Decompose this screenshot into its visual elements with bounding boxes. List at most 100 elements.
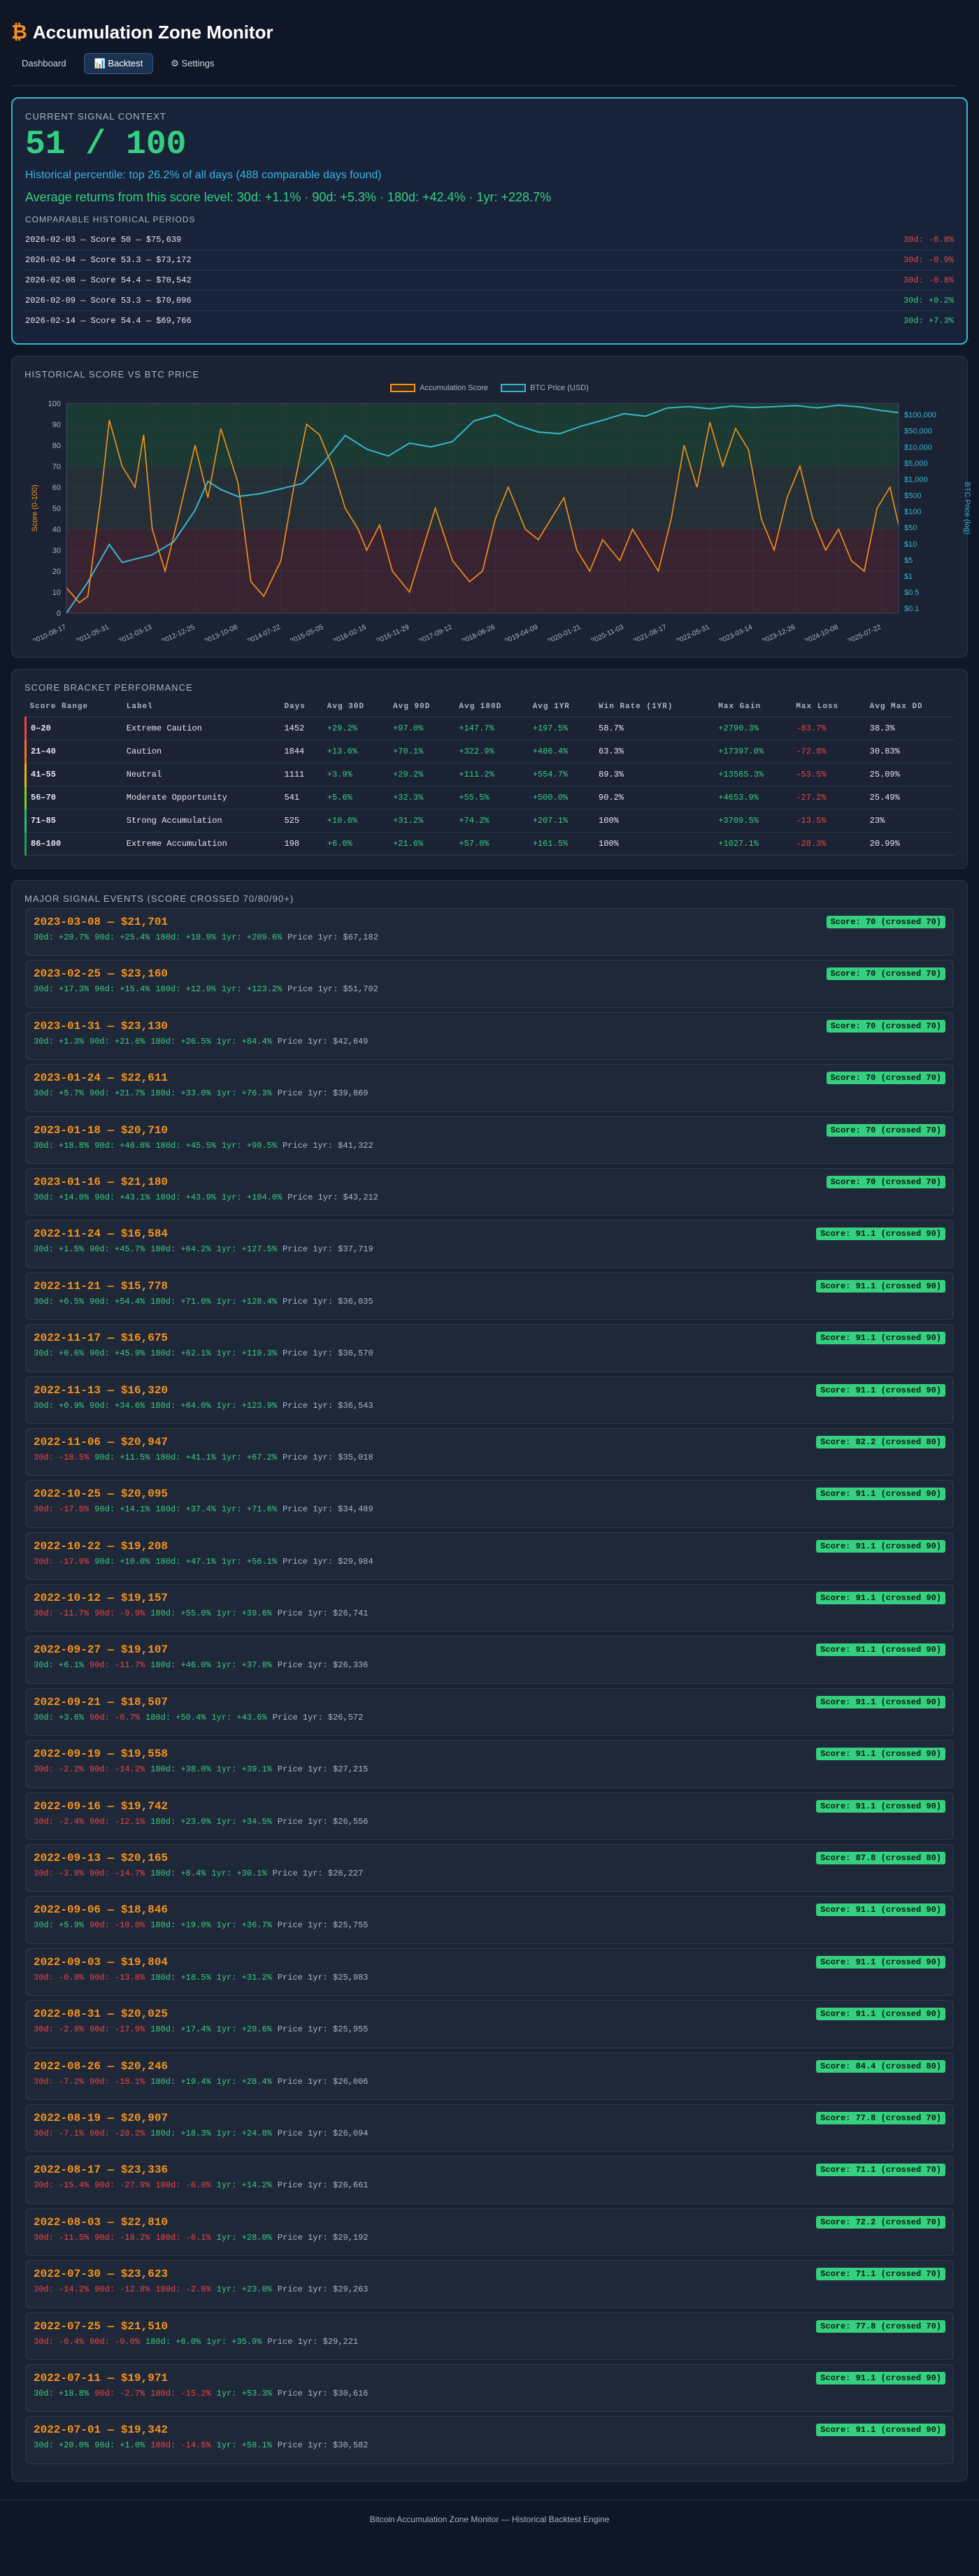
signal-event[interactable]: 2022-09-19 — $19,558 Score: 91.1 (crossed… (26, 1740, 953, 1788)
event-price-1yr: Price 1yr: $30,582 (277, 2440, 369, 2451)
event-score-badge: Score: 71.1 (crossed 70) (816, 2164, 945, 2177)
bracket-cell-a180: +111.2% (455, 763, 529, 786)
event-return: 180d: +45.5% (155, 1140, 216, 1151)
tab-backtest[interactable]: 📊 Backtest (83, 53, 154, 74)
signal-event[interactable]: 2022-08-31 — $20,025 Score: 91.1 (crossed… (26, 2000, 953, 2048)
bracket-cell-a1y: +554.7% (528, 763, 594, 786)
bracket-row: 86–100 Extreme Accumulation 198 +6.0% +21.6%… (25, 832, 955, 856)
signal-event[interactable]: 2022-10-12 — $19,157 Score: 91.1 (crossed… (26, 1584, 953, 1632)
bracket-cell-gain: +3709.5% (714, 809, 792, 833)
event-price-1yr: Price 1yr: $35,018 (283, 1452, 373, 1462)
bracket-cell-a1y: +486.4% (528, 740, 594, 763)
event-return: 180d: +37.4% (155, 1504, 216, 1515)
event-returns: 30d: +0.6% 90d: +45.9% 180d: +62.1% 1yr: +1… (34, 1348, 945, 1358)
event-score-badge: Score: 70 (crossed 70) (826, 967, 945, 981)
bracket-header-cell: Avg 180D (455, 697, 529, 717)
bracket-row: 56–70 Moderate Opportunity 541 +5.6% +32.3% +… (25, 786, 955, 810)
bracket-cell-a180: +147.7% (455, 717, 529, 740)
signal-event[interactable]: 2022-08-19 — $20,907 Score: 77.8 (crossed… (26, 2103, 953, 2152)
signal-event[interactable]: 2023-01-18 — $20,710 Score: 70 (crossed 7… (26, 1116, 953, 1164)
event-score-badge: Score: 91.1 (crossed 90) (816, 1643, 945, 1657)
bracket-cell-range: 0–20 (25, 717, 122, 740)
signal-event[interactable]: 2022-09-06 — $18,846 Score: 91.1 (crossed… (26, 1896, 953, 1944)
event-date-price: 2022-07-25 — $21,510 (34, 2319, 169, 2333)
x-tick-label: 2015-05-05 (289, 624, 324, 641)
bracket-cell-dd: 38.3% (865, 717, 955, 740)
signal-event[interactable]: 2023-01-31 — $23,130 Score: 70 (crossed 7… (26, 1012, 953, 1060)
event-price-1yr: Price 1yr: $26,556 (277, 1816, 369, 1827)
signal-event[interactable]: 2022-09-03 — $19,804 Score: 91.1 (crossed… (26, 1948, 953, 1996)
legend-price[interactable]: BTC Price (USD) (501, 384, 589, 392)
y-tick-label: 10 (52, 589, 61, 597)
event-return: 90d: -12.1% (90, 1816, 145, 1827)
event-date-price: 2022-09-13 — $20,165 (34, 1852, 169, 1865)
y2-tick-label: $50 (904, 524, 917, 533)
y2-tick-label: $5,000 (904, 459, 928, 468)
y2-tick-label: $1 (904, 573, 913, 581)
event-return: 90d: +11.5% (94, 1452, 150, 1462)
signal-event[interactable]: 2022-11-24 — $16,584 Score: 91.1 (crossed… (26, 1220, 953, 1268)
signal-event[interactable]: 2022-07-11 — $19,971 Score: 91.1 (crossed… (26, 2363, 953, 2412)
event-return: 30d: +6.1% (34, 1660, 85, 1671)
bracket-cell-label: Extreme Accumulation (122, 832, 280, 856)
event-return: 180d: -6.0% (155, 2180, 211, 2191)
signal-event[interactable]: 2022-07-30 — $23,623 Score: 71.1 (crossed… (26, 2260, 953, 2308)
event-score-badge: Score: 77.8 (crossed 70) (816, 2111, 945, 2124)
signal-event[interactable]: 2023-02-25 — $23,160 Score: 70 (crossed 7… (26, 960, 953, 1008)
event-return: 30d: +18.8% (34, 2388, 90, 2398)
event-return: 90d: -18.2% (94, 2232, 150, 2243)
signal-event[interactable]: 2023-01-24 — $22,611 Score: 70 (crossed 7… (26, 1064, 953, 1112)
chart-legend: Accumulation Score BTC Price (USD) (24, 384, 955, 392)
signal-event[interactable]: 2022-11-17 — $16,675 Score: 91.1 (crossed… (26, 1324, 953, 1372)
y2-tick-label: $10,000 (904, 443, 932, 452)
signal-event[interactable]: 2022-07-01 — $19,342 Score: 91.1 (crossed… (26, 2416, 953, 2464)
signal-event[interactable]: 2022-10-22 — $19,208 Score: 91.1 (crossed… (26, 1532, 953, 1581)
event-date-price: 2022-07-01 — $19,342 (34, 2424, 169, 2437)
x-tick-label: 2011-05-31 (75, 624, 110, 641)
event-return: 90d: -11.7% (90, 1660, 145, 1671)
event-return: 90d: +34.6% (90, 1400, 145, 1411)
signal-event[interactable]: 2022-07-25 — $21,510 Score: 77.8 (crossed… (26, 2312, 953, 2360)
bracket-cell-loss: -27.2% (792, 786, 866, 810)
signal-event[interactable]: 2022-09-16 — $19,742 Score: 91.1 (crossed… (26, 1792, 953, 1841)
bracket-cell-gain: +4653.9% (714, 786, 792, 810)
signal-event[interactable]: 2022-11-21 — $15,778 Score: 91.1 (crossed… (26, 1272, 953, 1321)
signal-event[interactable]: 2022-10-25 — $20,095 Score: 91.1 (crossed… (26, 1480, 953, 1528)
bracket-header-cell: Avg 1YR (528, 697, 594, 717)
legend-score[interactable]: Accumulation Score (390, 384, 488, 392)
event-return: 180d: +71.0% (150, 1296, 211, 1307)
signal-event[interactable]: 2022-11-13 — $16,320 Score: 91.1 (crossed… (26, 1376, 953, 1424)
signal-event[interactable]: 2022-08-26 — $20,246 Score: 84.4 (crossed… (26, 2052, 953, 2100)
bracket-cell-days: 198 (280, 832, 323, 856)
event-date-price: 2022-08-26 — $20,246 (34, 2059, 169, 2073)
event-return: 1yr: +28.4% (216, 2076, 272, 2087)
event-returns: 30d: -2.2% 90d: -14.2% 180d: +38.0% 1yr: +3… (34, 1764, 945, 1774)
event-return: 30d: +20.7% (34, 933, 90, 942)
event-score-badge: Score: 91.1 (crossed 90) (816, 1383, 945, 1397)
signal-event[interactable]: 2022-09-27 — $19,107 Score: 91.1 (crossed… (26, 1636, 953, 1684)
event-return: 90d: +54.4% (90, 1296, 145, 1307)
event-return: 1yr: +58.1% (216, 2440, 272, 2451)
tab-dashboard[interactable]: Dashboard (11, 53, 77, 74)
event-returns: 30d: +6.5% 90d: +54.4% 180d: +71.0% 1yr: +1… (34, 1297, 945, 1307)
bracket-cell-loss: -13.5% (792, 809, 866, 833)
signal-event[interactable]: 2022-08-17 — $23,336 Score: 71.1 (crossed… (26, 2156, 953, 2204)
bracket-cell-a90: +70.1% (389, 740, 455, 763)
tab-settings[interactable]: ⚙ Settings (160, 53, 224, 74)
bracket-cell-a90: +32.3% (389, 786, 455, 810)
bracket-cell-a90: +29.2% (389, 763, 455, 786)
signal-event[interactable]: 2022-09-21 — $18,507 Score: 91.1 (crossed… (26, 1688, 953, 1736)
signal-event[interactable]: 2023-03-08 — $21,701 Score: 70 (crossed 7… (26, 908, 953, 956)
event-price-1yr: Price 1yr: $29,263 (277, 2284, 369, 2295)
signal-event[interactable]: 2023-01-16 — $21,180 Score: 70 (crossed 7… (26, 1167, 953, 1216)
y2-tick-label: $50,000 (904, 427, 932, 436)
bracket-panel: Score Bracket Performance Score Range Lab… (11, 669, 968, 869)
comparable-label: 2026-02-14 — Score 54.4 — $69,766 (25, 316, 192, 326)
events-list: 2023-03-08 — $21,701 Score: 70 (crossed 7… (24, 908, 955, 2464)
signal-event[interactable]: 2022-11-06 — $20,947 Score: 82.2 (crossed… (26, 1427, 953, 1476)
bracket-cell-a30: +10.6% (322, 809, 390, 833)
signal-event[interactable]: 2022-09-13 — $20,165 Score: 87.8 (crossed… (26, 1844, 953, 1892)
event-score-badge: Score: 91.1 (crossed 90) (816, 1539, 945, 1553)
signal-event[interactable]: 2022-08-03 — $22,810 Score: 72.2 (crossed… (26, 2208, 953, 2257)
event-return: 180d: +41.1% (155, 1452, 216, 1462)
